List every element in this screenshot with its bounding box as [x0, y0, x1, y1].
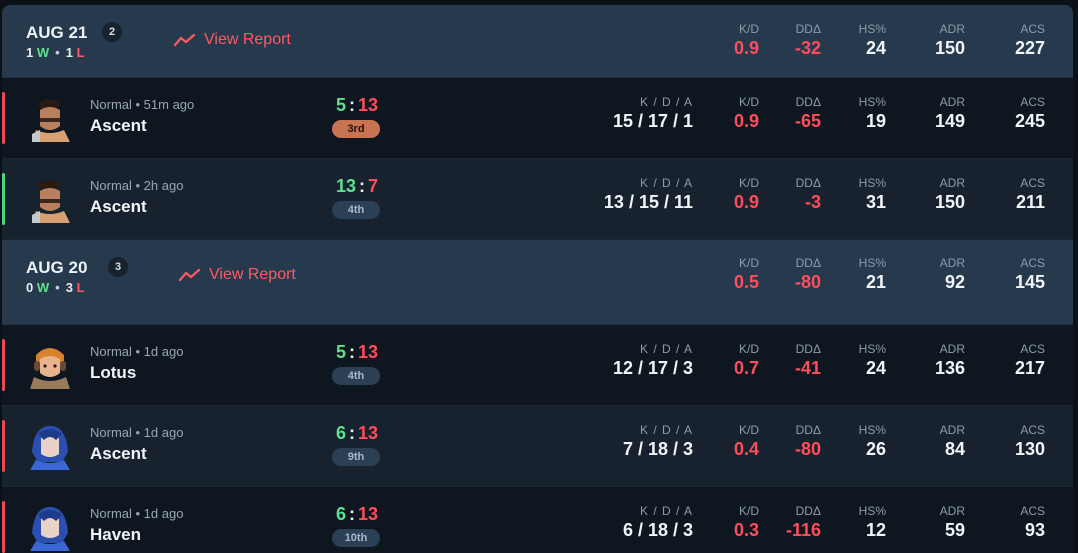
- day-kd: K/D 0.5: [733, 256, 759, 292]
- day-hs: HS% 24: [858, 22, 886, 58]
- day-date: AUG 21: [26, 23, 88, 42]
- kda: K / D / A 13 / 15 / 11: [603, 176, 693, 212]
- map-name: Ascent: [90, 116, 147, 135]
- match-dd: DDΔ -80: [794, 423, 821, 459]
- win-loss-summary: 0 W • 3 L: [26, 280, 85, 295]
- day-header: AUG 21 2 1 W • 1 L View Report K/D 0.9 DDΔ -…: [2, 5, 1073, 78]
- kda: K / D / A6 / 18 / 3: [622, 504, 693, 540]
- match-adr: ADR 59: [939, 504, 965, 540]
- result-indicator: [2, 501, 5, 553]
- wins-label: W: [36, 45, 50, 60]
- match-hs: HS% 12: [858, 504, 886, 540]
- match-hs: HS% 19: [858, 95, 886, 131]
- day-adr: ADR 150: [934, 22, 965, 58]
- losses-count: 1: [65, 45, 73, 60]
- trend-line-icon: [174, 33, 196, 47]
- map-name: Haven: [90, 525, 142, 544]
- match-mode-time: Normal • 1d ago: [90, 344, 184, 359]
- match-adr: ADR 136: [934, 342, 965, 378]
- day-kd: K/D 0.9: [733, 22, 759, 58]
- match-count-badge: 2: [102, 22, 122, 42]
- day-acs: ACS 145: [1014, 256, 1045, 292]
- losses-label: L: [76, 280, 85, 295]
- match-kd: K/D 0.4: [733, 423, 759, 459]
- result-indicator: [2, 92, 5, 144]
- kda: K / D / A 15 / 17 / 1: [612, 95, 693, 131]
- match-mode-time: Normal • 1d ago: [90, 506, 184, 521]
- match-acs: ACS 217: [1014, 342, 1045, 378]
- match-count-badge: 3: [108, 257, 128, 277]
- day-adr: ADR 92: [939, 256, 965, 292]
- placement-badge: 4th: [332, 367, 380, 385]
- match-acs: ACS 93: [1020, 504, 1045, 540]
- agent-avatar: [26, 94, 74, 142]
- day-hs: HS% 21: [858, 256, 886, 292]
- losses-label: L: [76, 45, 85, 60]
- match-hs: HS% 31: [858, 176, 886, 212]
- map-name: Ascent: [90, 444, 147, 463]
- agent-avatar: [26, 341, 74, 389]
- match-row[interactable]: Normal • 1d ago Ascent 6:13 9th K / D / …: [2, 406, 1073, 487]
- match-adr: ADR 84: [939, 423, 965, 459]
- match-adr: ADR 149: [934, 95, 965, 131]
- match-acs: ACS 130: [1014, 423, 1045, 459]
- day-dd: DDΔ -80: [794, 256, 821, 292]
- agent-avatar: [26, 503, 74, 551]
- view-report-label: View Report: [204, 31, 291, 48]
- match-adr: ADR 150: [934, 176, 965, 212]
- match-score: 13:7: [335, 176, 379, 196]
- match-mode-time: Normal • 2h ago: [90, 178, 184, 193]
- match-row[interactable]: Normal • 1d ago Lotus 5:13 4th K / D / A…: [2, 325, 1073, 406]
- match-kd: K/D 0.9: [733, 176, 759, 212]
- agent-avatar: [26, 175, 74, 223]
- losses-count: 3: [65, 280, 73, 295]
- match-mode-time: Normal • 1d ago: [90, 425, 184, 440]
- match-score: 6:13: [335, 504, 379, 524]
- placement-badge: 9th: [332, 448, 380, 466]
- match-acs: ACS 211: [1015, 176, 1045, 212]
- day-header: AUG 20 3 0 W • 3 L View Report K/D 0.5 DDΔ -…: [2, 240, 1073, 325]
- match-mode-time: Normal • 51m ago: [90, 97, 195, 112]
- map-name: Lotus: [90, 363, 137, 382]
- placement-badge: 3rd: [332, 120, 380, 138]
- match-dd: DDΔ -41: [794, 342, 821, 378]
- day-dd: DDΔ -32: [794, 22, 821, 58]
- wins-count: 1: [26, 45, 34, 60]
- placement-badge: 10th: [332, 529, 380, 547]
- match-dd: DDΔ -116: [785, 504, 821, 540]
- match-score: 5:13: [335, 342, 379, 362]
- win-loss-summary: 1 W • 1 L: [26, 45, 85, 60]
- match-row[interactable]: Normal • 2h ago Ascent 13:7 4th K / D / …: [2, 159, 1073, 240]
- match-kd: K/D 0.7: [733, 342, 759, 378]
- agent-avatar: [26, 422, 74, 470]
- day-date: AUG 20: [26, 258, 88, 277]
- result-indicator: [2, 173, 5, 225]
- wins-count: 0: [26, 280, 34, 295]
- view-report-label: View Report: [209, 266, 296, 283]
- match-kd: K/D 0.9: [733, 95, 759, 131]
- match-acs: ACS 245: [1014, 95, 1045, 131]
- match-history: AUG 21 2 1 W • 1 L View Report K/D 0.9 DDΔ -…: [2, 5, 1073, 553]
- view-report-button[interactable]: View Report: [174, 31, 291, 49]
- match-hs: HS% 24: [858, 342, 886, 378]
- kda: K / D / A7 / 18 / 3: [622, 423, 693, 459]
- placement-badge: 4th: [332, 201, 380, 219]
- match-hs: HS% 26: [858, 423, 886, 459]
- day-acs: ACS 227: [1014, 22, 1045, 58]
- result-indicator: [2, 420, 5, 472]
- match-row[interactable]: Normal • 1d ago Haven 6:13 10th K / D / …: [2, 487, 1073, 553]
- result-indicator: [2, 339, 5, 391]
- match-kd: K/D 0.3: [733, 504, 759, 540]
- match-dd: DDΔ -3: [795, 176, 821, 212]
- wins-label: W: [36, 280, 50, 295]
- kda: K / D / A 12 / 17 / 3: [612, 342, 693, 378]
- trend-line-icon: [179, 268, 201, 282]
- view-report-button[interactable]: View Report: [179, 266, 296, 284]
- match-score: 5:13: [335, 95, 379, 115]
- match-dd: DDΔ -65: [794, 95, 821, 131]
- map-name: Ascent: [90, 197, 147, 216]
- match-row[interactable]: Normal • 51m ago Ascent 5:13 3rd K / D /…: [2, 78, 1073, 159]
- match-score: 6:13: [335, 423, 379, 443]
